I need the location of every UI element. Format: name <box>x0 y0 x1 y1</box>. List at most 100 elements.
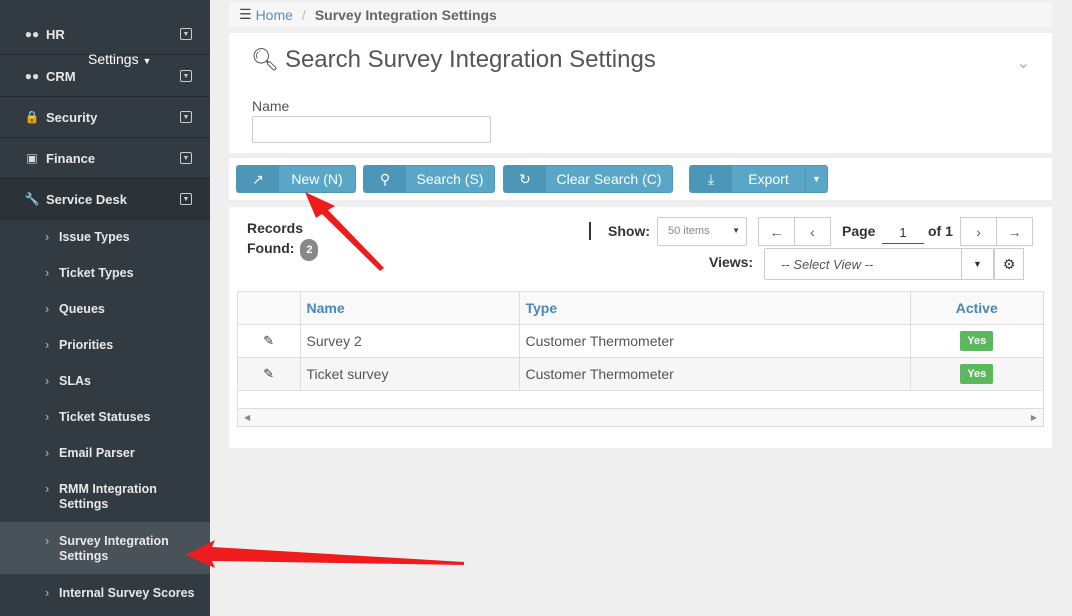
sidebar-item-label: Finance <box>46 150 96 166</box>
header-active[interactable]: Active <box>910 292 1044 325</box>
sidebar-item-label: Service Desk <box>46 191 127 207</box>
sidebar-item-label: HR <box>46 26 65 42</box>
edit-icon[interactable]: ✎ <box>263 333 274 348</box>
sidebar-item-label: CRM <box>46 68 76 84</box>
export-button-label: Export <box>748 171 789 187</box>
caret-down-icon: ▼ <box>142 56 152 66</box>
search-icon: 🔍︎ <box>251 47 279 72</box>
sidebar-item-security[interactable]: 🔒 Security ▼ <box>0 97 210 138</box>
views-label: Views: <box>709 254 754 270</box>
settings-menu[interactable]: Settings ▼ <box>88 51 151 67</box>
sidebar-item-priorities[interactable]: › Priorities <box>0 338 210 353</box>
chevron-left-icon: ‹ <box>810 223 815 240</box>
money-icon: ▣ <box>26 151 38 165</box>
page-title-text: Search Survey Integration Settings <box>284 46 656 73</box>
breadcrumb-home-link[interactable]: Home <box>256 7 293 23</box>
arrow-left-icon: ← <box>769 223 784 240</box>
sidebar: ●● HR ▼ ●● CRM ▼ Settings ▼ 🔒 Security ▼… <box>0 0 210 616</box>
header-edit <box>238 292 301 325</box>
clear-search-button-label: Clear Search (C) <box>556 171 662 187</box>
sidebar-item-service-desk[interactable]: 🔧 Service Desk ▼ <box>0 179 210 220</box>
results-panel: Records Found: 2 Show: 50 items ▼ ← ‹ Pa… <box>229 207 1052 448</box>
active-cell: Yes <box>910 324 1044 358</box>
sidebar-item-email-parser[interactable]: › Email Parser <box>0 446 210 461</box>
sidebar-item-hr[interactable]: ●● HR ▼ <box>0 14 210 55</box>
search-button-label: Search (S) <box>416 171 484 187</box>
records-label: Records <box>247 220 304 236</box>
chevron-right-icon: › <box>45 374 50 388</box>
sidebar-item-label: Email Parser <box>59 446 135 460</box>
next-page-button[interactable]: › <box>960 217 997 246</box>
view-select[interactable]: -- Select View -- ▼ <box>764 248 994 280</box>
sidebar-item-label: Internal Survey Scores <box>59 586 195 600</box>
chevron-down-icon: ▼ <box>180 28 192 40</box>
name-cell: Survey 2 <box>300 324 520 358</box>
search-button[interactable]: ⚲ Search (S) <box>363 165 495 193</box>
caret-down-icon: ▼ <box>732 226 740 235</box>
sidebar-item-survey-integration[interactable]: › Survey Integration Settings <box>0 522 210 574</box>
menu-icon[interactable]: ☰ <box>239 6 252 23</box>
sidebar-item-internal-survey-scores[interactable]: › Internal Survey Scores <box>0 586 210 601</box>
sidebar-item-rmm-integration[interactable]: › RMM Integration Settings <box>0 482 210 512</box>
chevron-down-icon: ▼ <box>180 152 192 164</box>
horizontal-scrollbar[interactable]: ◀ ▶ <box>238 408 1043 426</box>
export-button[interactable]: ⤓ Export ▼ <box>689 165 828 193</box>
sidebar-item-ticket-types[interactable]: › Ticket Types <box>0 266 210 281</box>
sidebar-item-label: Issue Types <box>59 230 130 244</box>
table-row: ✎ Survey 2 Customer Thermometer Yes <box>238 324 1044 358</box>
sidebar-item-label: Survey Integration Settings <box>59 534 169 563</box>
show-label: Show: <box>608 223 650 239</box>
first-page-button[interactable]: ← <box>758 217 795 246</box>
breadcrumb-current: Survey Integration Settings <box>314 6 497 23</box>
results-table: Name Type Active ✎ Survey 2 Customer The… <box>238 292 1044 391</box>
new-button-label: New (N) <box>291 171 343 187</box>
scroll-left-icon[interactable]: ◀ <box>244 413 250 422</box>
records-found: Records Found: 2 <box>247 218 319 261</box>
last-page-button[interactable]: → <box>996 217 1033 246</box>
clear-search-button[interactable]: ↻ Clear Search (C) <box>503 165 673 193</box>
sidebar-item-finance[interactable]: ▣ Finance ▼ <box>0 138 210 179</box>
caret-down-icon: ▼ <box>961 249 993 279</box>
chevron-right-icon: › <box>45 534 50 548</box>
refresh-icon: ↻ <box>504 166 546 192</box>
prev-page-button[interactable]: ‹ <box>794 217 831 246</box>
chevron-right-icon: › <box>45 302 50 316</box>
chevron-right-icon: › <box>976 223 981 240</box>
chevron-right-icon: › <box>45 410 50 424</box>
name-cell: Ticket survey <box>300 357 520 391</box>
active-badge: Yes <box>960 330 994 351</box>
name-input[interactable] <box>252 116 491 143</box>
annotation-arrow-sidebar <box>186 540 464 568</box>
sidebar-item-queues[interactable]: › Queues <box>0 302 210 317</box>
edit-icon[interactable]: ✎ <box>263 366 274 381</box>
external-link-icon: ↗ <box>237 166 279 192</box>
page-number-input[interactable]: 1 <box>882 222 924 244</box>
results-grid: Name Type Active ✎ Survey 2 Customer The… <box>237 291 1044 427</box>
items-per-page-select[interactable]: 50 items ▼ <box>657 217 747 246</box>
scroll-right-icon[interactable]: ▶ <box>1031 413 1037 422</box>
chevron-right-icon: › <box>45 338 50 352</box>
export-icon: ⤓ <box>690 166 732 192</box>
records-count-badge: 2 <box>300 239 319 261</box>
table-row: ✎ Ticket survey Customer Thermometer Yes <box>238 357 1044 391</box>
sidebar-item-label: Security <box>46 109 98 125</box>
header-name[interactable]: Name <box>300 292 520 325</box>
sidebar-item-label: RMM Integration Settings <box>59 482 157 511</box>
search-icon: ⚲ <box>364 166 406 192</box>
edit-cell: ✎ <box>238 357 301 391</box>
view-settings-button[interactable]: ⚙ <box>994 248 1024 280</box>
new-button[interactable]: ↗ New (N) <box>236 165 356 193</box>
gear-icon: ⚙ <box>1002 255 1016 272</box>
sidebar-item-ticket-statuses[interactable]: › Ticket Statuses <box>0 410 210 425</box>
sidebar-item-issue-types[interactable]: › Issue Types <box>0 230 210 245</box>
items-per-page-value: 50 items <box>668 225 710 237</box>
chevron-down-icon[interactable]: ⌄ <box>1017 53 1030 73</box>
page-total-label: of 1 <box>928 223 953 239</box>
name-label: Name <box>252 98 290 114</box>
header-type[interactable]: Type <box>519 292 911 325</box>
chevron-down-icon: ▼ <box>180 193 192 205</box>
chevron-down-icon: ▼ <box>180 111 192 123</box>
wrench-icon: 🔧 <box>24 192 40 206</box>
caret-down-icon[interactable]: ▼ <box>805 166 827 192</box>
sidebar-item-slas[interactable]: › SLAs <box>0 374 210 389</box>
